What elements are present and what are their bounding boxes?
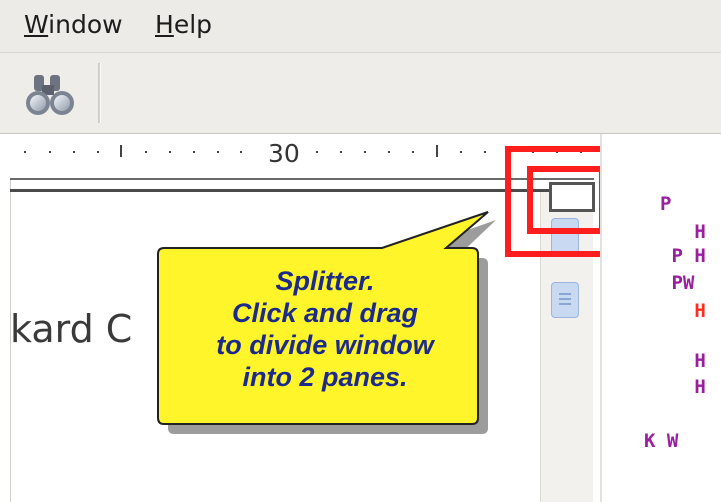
menu-bar: Window Help [0, 0, 721, 53]
callout-line-1: Splitter. [275, 266, 375, 296]
right-pane-line: H [660, 350, 706, 372]
scroll-thumb[interactable] [551, 282, 579, 318]
find-button[interactable] [18, 65, 86, 121]
right-pane-line: P [660, 193, 672, 215]
callout-line-2: Click and drag [231, 298, 419, 328]
grip-icon [559, 293, 571, 305]
callout-line-3: to divide window [216, 330, 434, 360]
menu-help-mnemonic: H [155, 10, 174, 39]
right-pane-line: H [660, 300, 706, 322]
menu-window-label: indow [48, 10, 123, 39]
toolbar [0, 53, 721, 134]
callout-text: Splitter. Click and drag to divide windo… [160, 265, 490, 393]
right-pane-line: H [660, 376, 706, 398]
menu-help[interactable]: Help [155, 10, 212, 40]
callout-line-4: into 2 panes. [242, 362, 408, 392]
right-pane-line: H [660, 221, 706, 243]
ruler-label: 30 [268, 139, 300, 168]
right-pane-line: PW [660, 272, 695, 294]
menu-help-label: elp [173, 10, 213, 39]
document-text: kard C [10, 307, 133, 351]
right-pane-line: K W [644, 430, 679, 452]
highlight-inner-box [527, 166, 605, 234]
right-pane-line: P H [660, 245, 706, 267]
binoculars-icon [26, 75, 74, 115]
menu-window-mnemonic: W [24, 10, 49, 39]
menu-window[interactable]: Window [24, 10, 123, 40]
toolbar-separator [98, 63, 101, 123]
